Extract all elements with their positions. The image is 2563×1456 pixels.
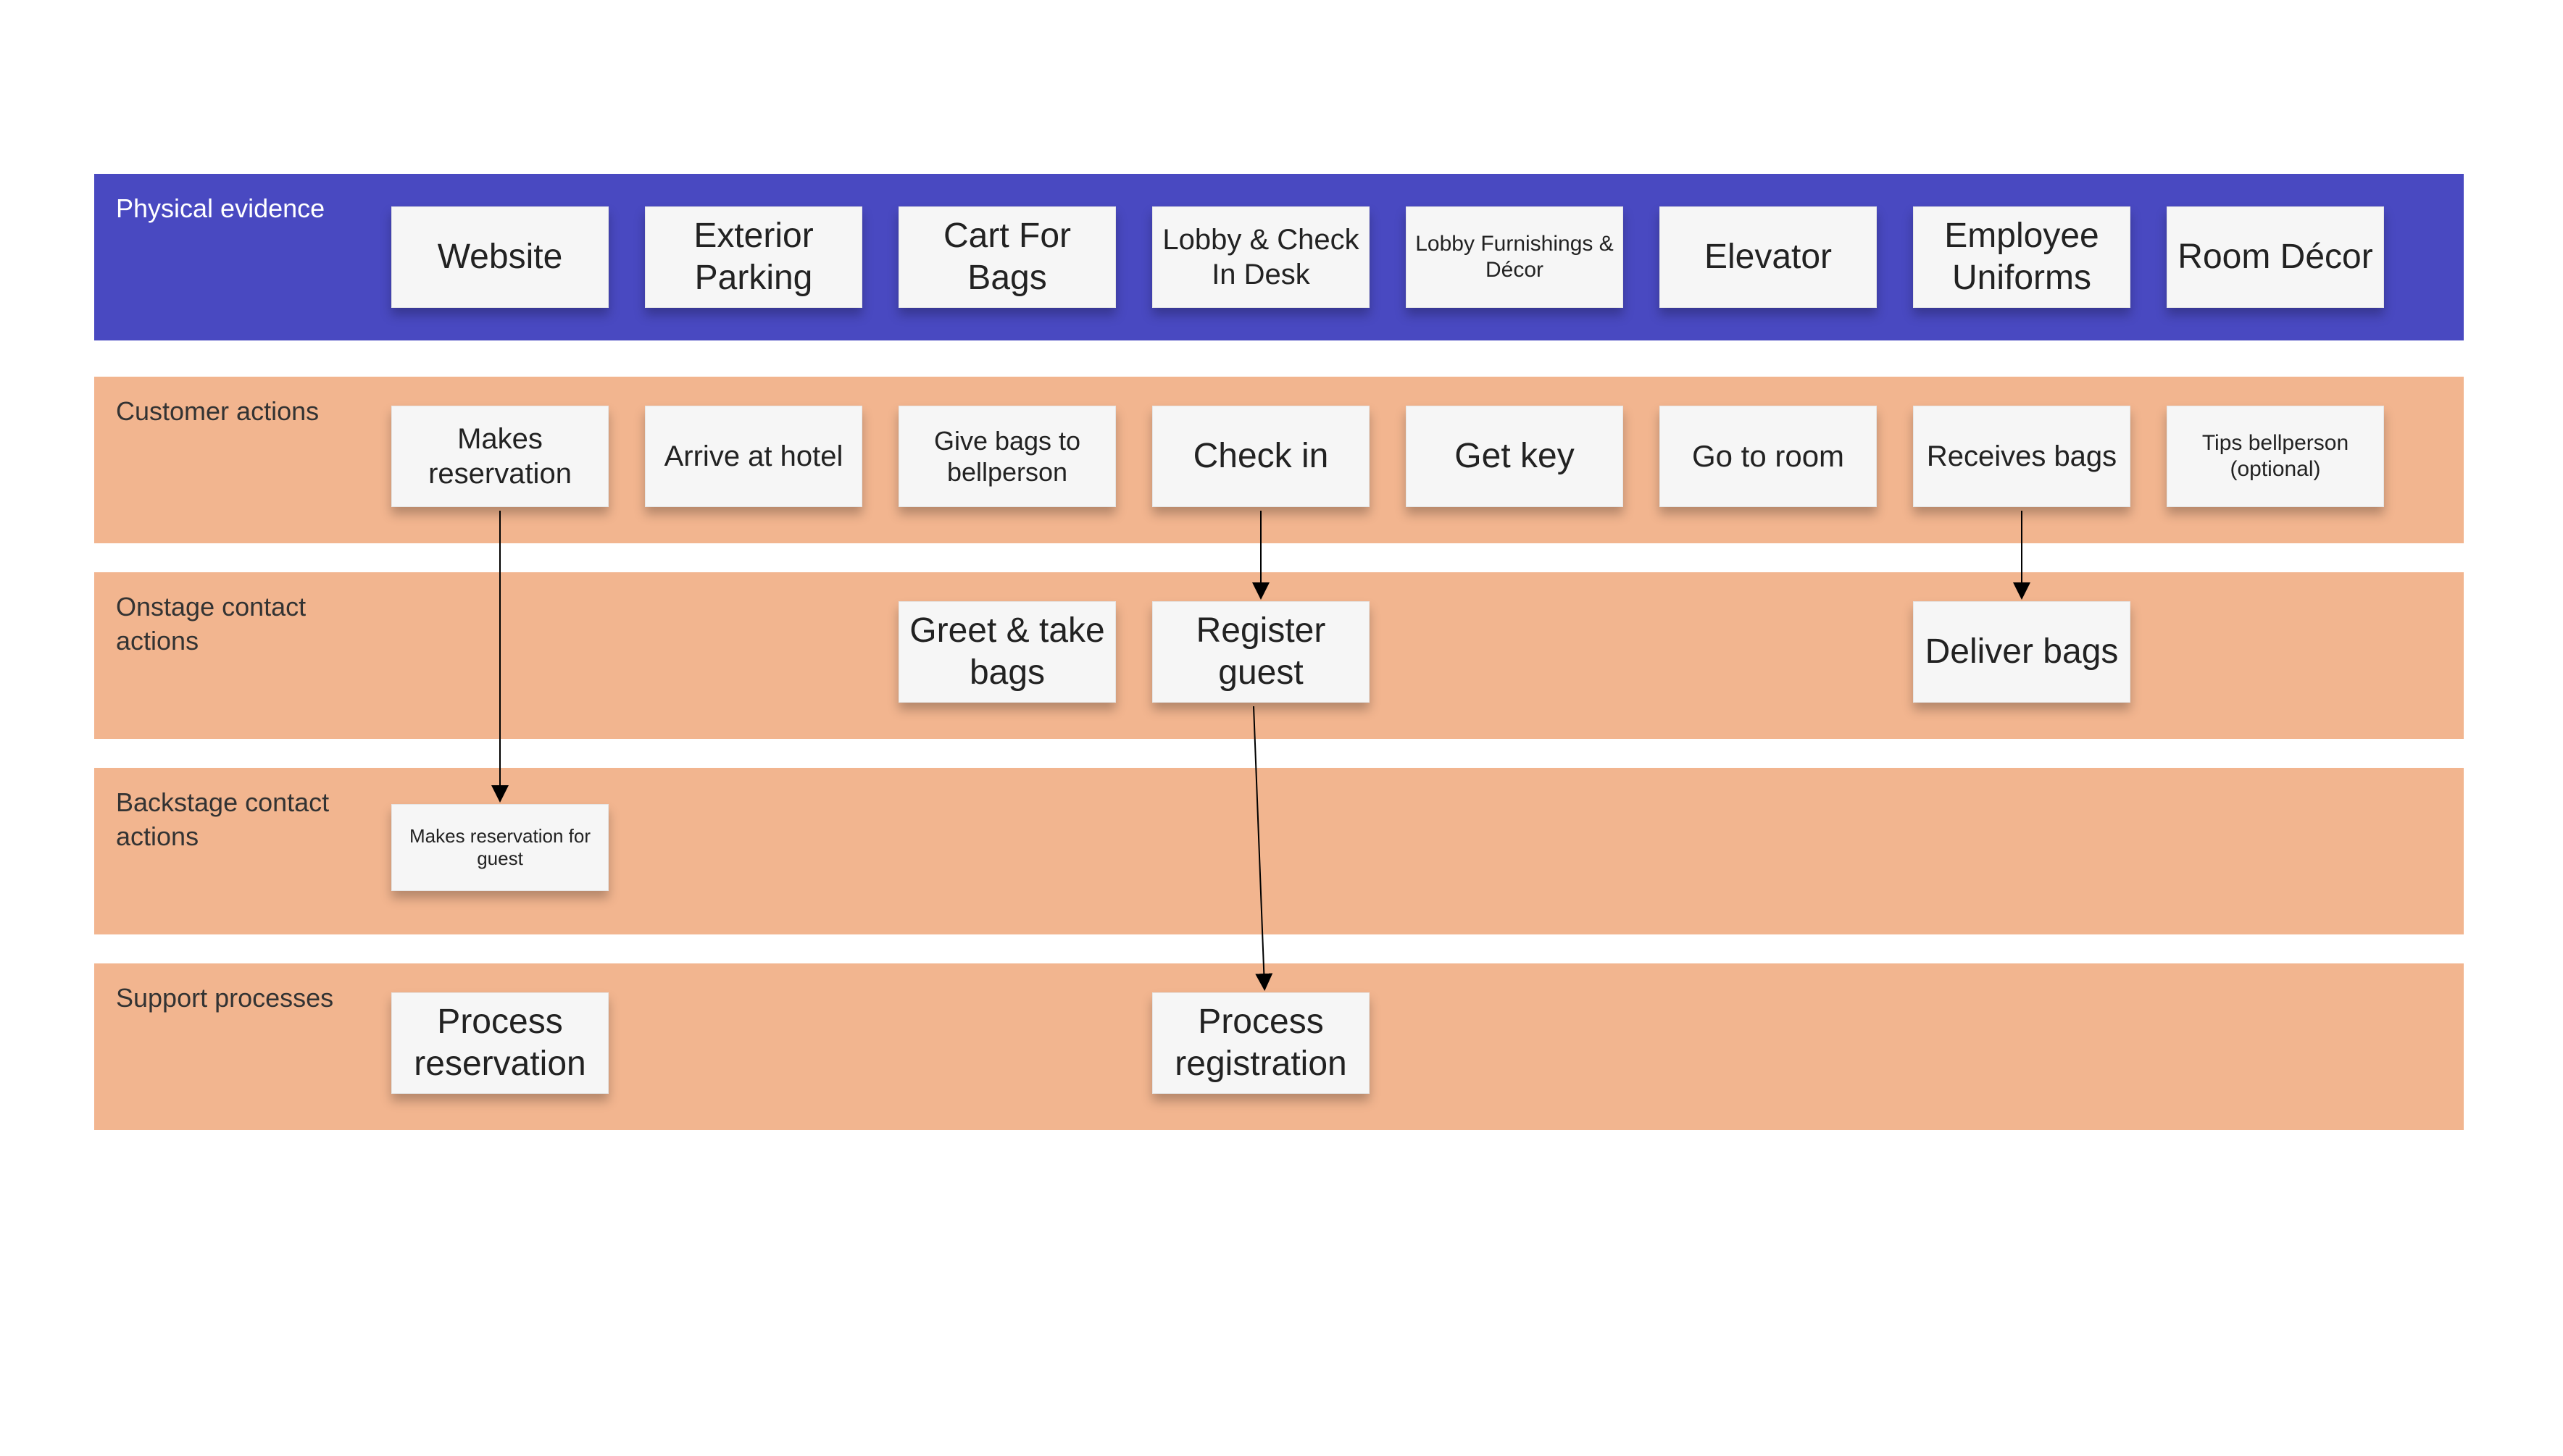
lane-label-support: Support processes: [94, 963, 377, 1016]
card-get-key[interactable]: Get key: [1406, 406, 1623, 507]
lane-label-backstage: Backstage contact actions: [94, 768, 377, 854]
lane-label-onstage: Onstage contact actions: [94, 572, 377, 658]
cards-onstage: Greet & take bags Register guest Deliver…: [377, 572, 2464, 739]
lane-label-physical-evidence: Physical evidence: [94, 174, 377, 226]
cards-support: Process reservation Process registration: [377, 963, 2464, 1130]
lane-backstage: Backstage contact actions Makes reservat…: [94, 768, 2464, 934]
card-give-bags[interactable]: Give bags to bellperson: [899, 406, 1116, 507]
card-elevator[interactable]: Elevator: [1659, 206, 1877, 308]
card-greet-take-bags[interactable]: Greet & take bags: [899, 601, 1116, 703]
cards-customer-actions: Makes reservation Arrive at hotel Give b…: [377, 377, 2464, 543]
card-go-to-room[interactable]: Go to room: [1659, 406, 1877, 507]
cards-physical-evidence: Website Exterior Parking Cart For Bags L…: [377, 174, 2464, 340]
card-cart-for-bags[interactable]: Cart For Bags: [899, 206, 1116, 308]
lane-physical-evidence: Physical evidence Website Exterior Parki…: [94, 174, 2464, 340]
card-lobby-checkin-desk[interactable]: Lobby & Check In Desk: [1152, 206, 1370, 308]
lane-customer-actions: Customer actions Makes reservation Arriv…: [94, 377, 2464, 543]
lane-label-customer-actions: Customer actions: [94, 377, 377, 429]
card-room-decor[interactable]: Room Décor: [2167, 206, 2384, 308]
card-process-registration[interactable]: Process registration: [1152, 992, 1370, 1094]
card-exterior-parking[interactable]: Exterior Parking: [645, 206, 862, 308]
card-makes-reservation[interactable]: Makes reservation: [391, 406, 609, 507]
card-makes-reservation-for-guest[interactable]: Makes reservation for guest: [391, 804, 609, 891]
card-lobby-furnishings[interactable]: Lobby Furnishings & Décor: [1406, 206, 1623, 308]
card-arrive-at-hotel[interactable]: Arrive at hotel: [645, 406, 862, 507]
lane-onstage: Onstage contact actions Greet & take bag…: [94, 572, 2464, 739]
card-employee-uniforms[interactable]: Employee Uniforms: [1913, 206, 2130, 308]
card-check-in[interactable]: Check in: [1152, 406, 1370, 507]
cards-backstage: Makes reservation for guest: [377, 768, 2464, 934]
service-blueprint-canvas: Physical evidence Website Exterior Parki…: [94, 174, 2464, 1282]
card-deliver-bags[interactable]: Deliver bags: [1913, 601, 2130, 703]
card-receives-bags[interactable]: Receives bags: [1913, 406, 2130, 507]
card-tips-bellperson[interactable]: Tips bellperson (optional): [2167, 406, 2384, 507]
lane-support: Support processes Process reservation Pr…: [94, 963, 2464, 1130]
card-process-reservation[interactable]: Process reservation: [391, 992, 609, 1094]
card-website[interactable]: Website: [391, 206, 609, 308]
card-register-guest[interactable]: Register guest: [1152, 601, 1370, 703]
